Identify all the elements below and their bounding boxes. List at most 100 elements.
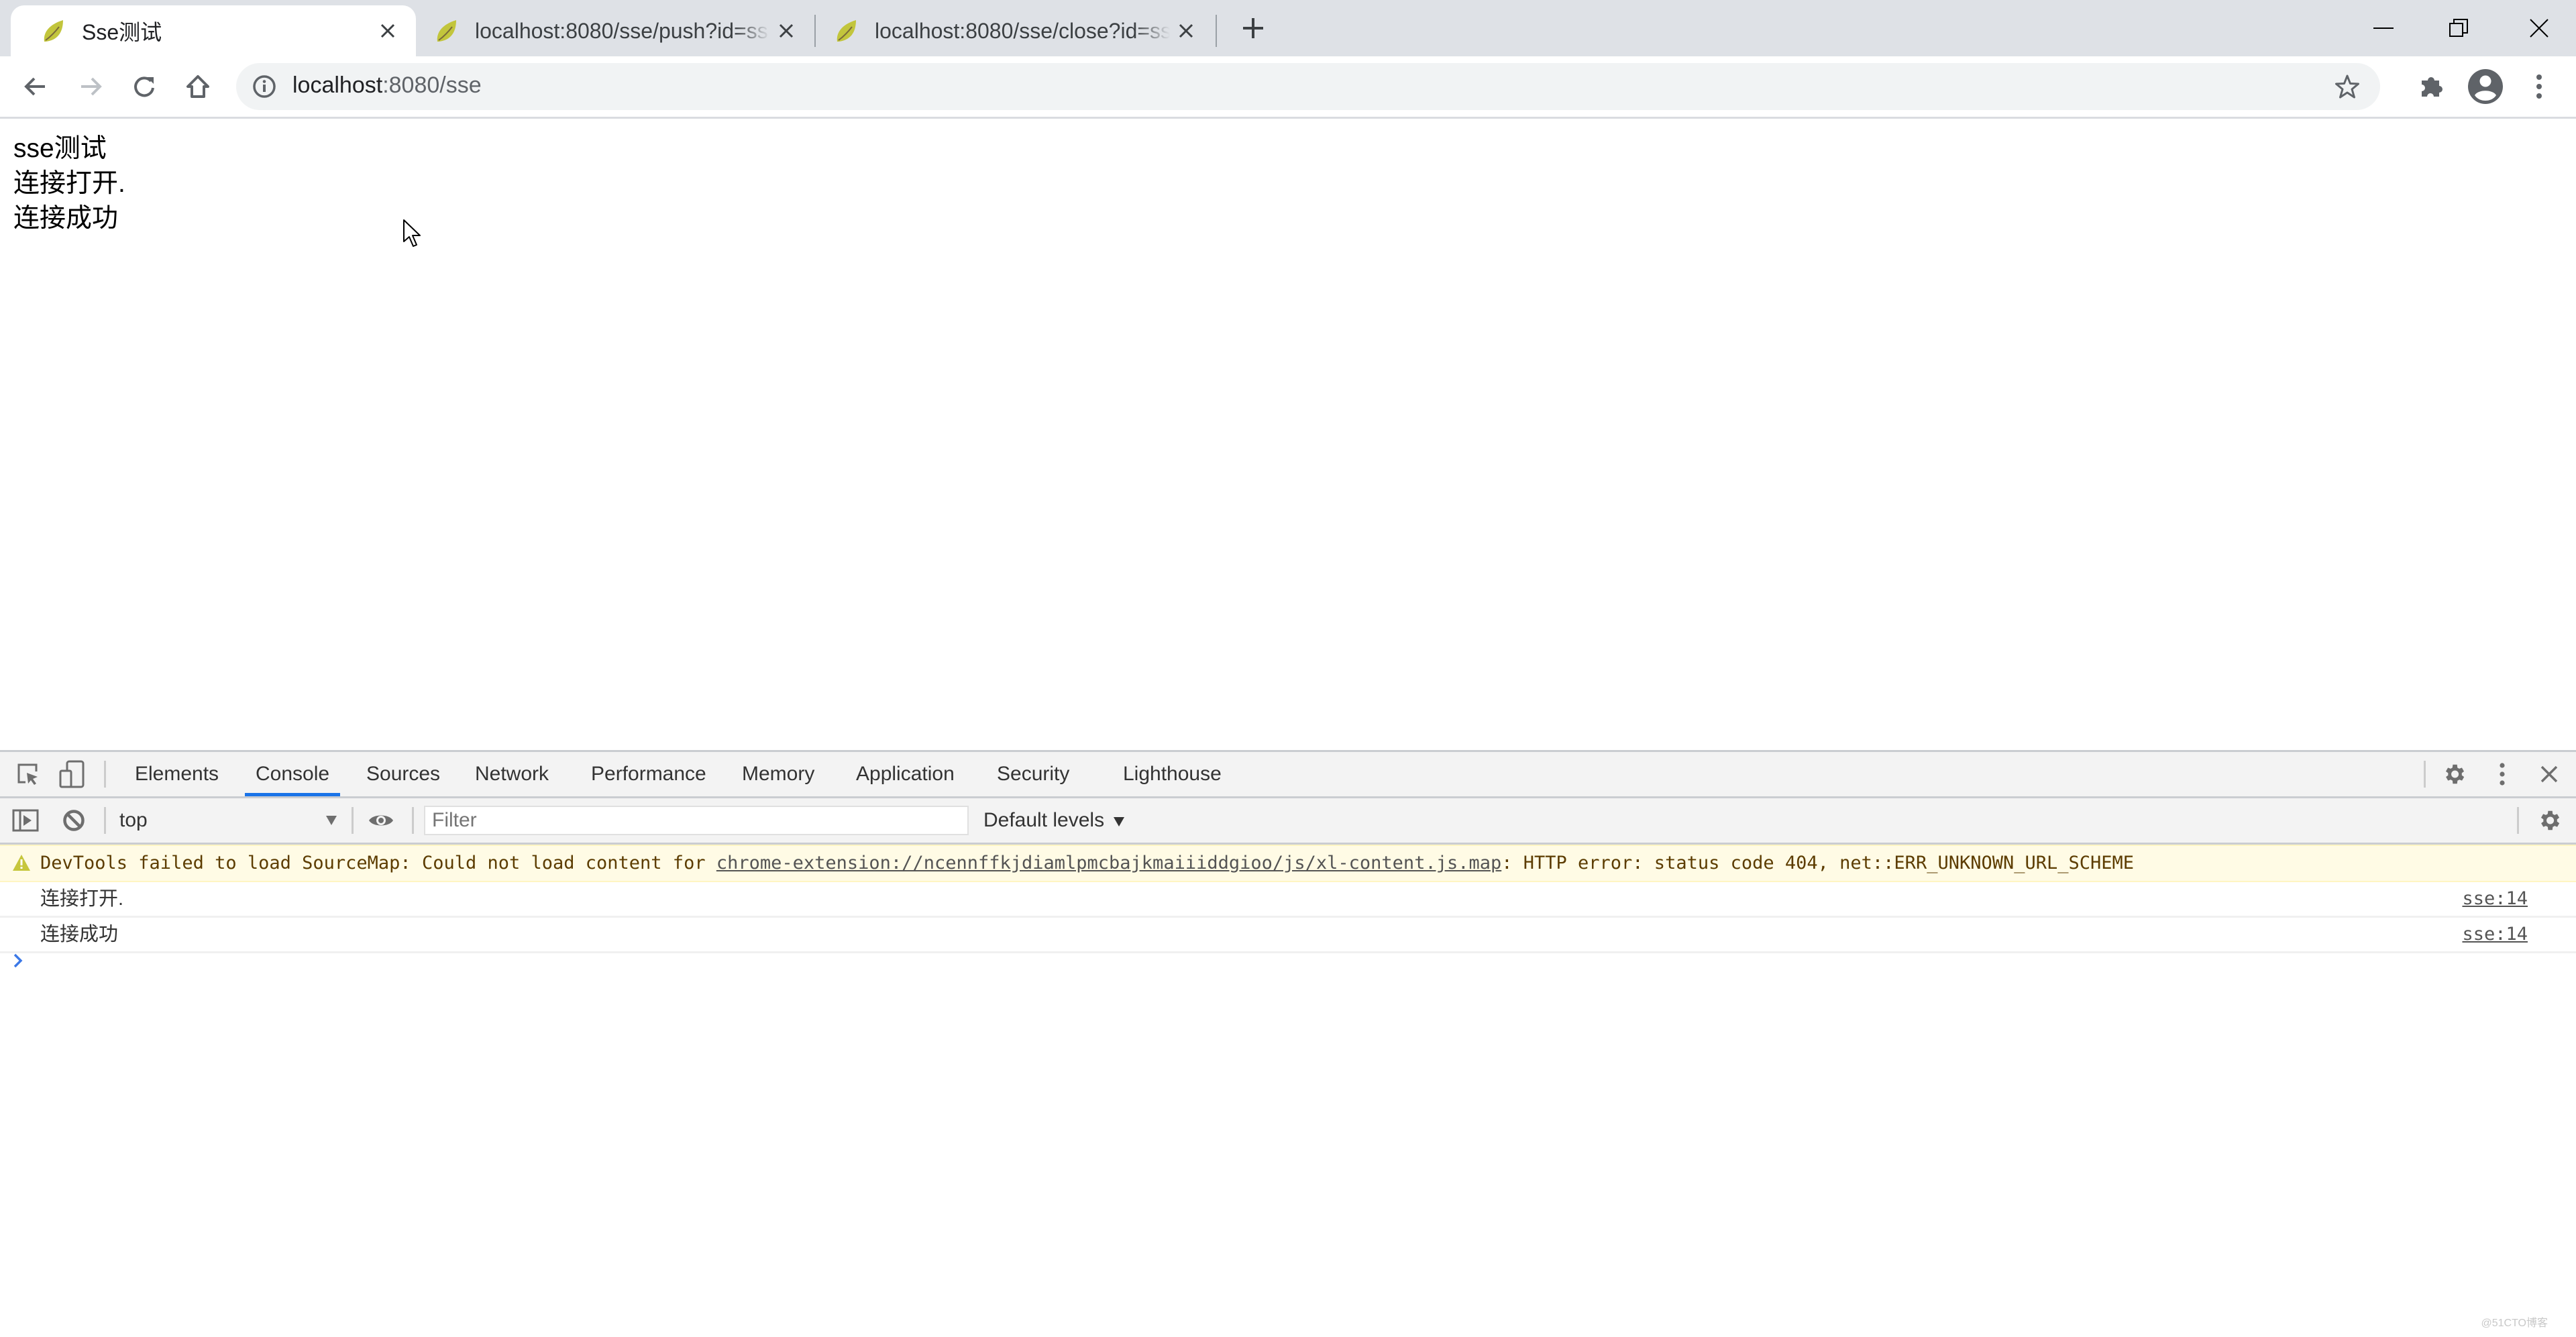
devtools-tab-bar: Elements Console Sources Network Perform… [0, 752, 2576, 798]
block-icon [63, 810, 85, 831]
toolbar-divider [412, 807, 414, 834]
page-heading: sse测试 [13, 134, 107, 163]
url-path: :8080/sse [382, 72, 482, 98]
console-log-message: 连接成功 sse:14 [0, 918, 2576, 953]
chevron-right-icon [13, 953, 23, 968]
tab-separator [1216, 15, 1217, 47]
close-icon [2540, 765, 2558, 783]
spring-leaf-icon [837, 20, 856, 42]
tab-close-icon[interactable] [773, 17, 800, 44]
device-toolbar-button[interactable] [58, 759, 87, 789]
eye-icon [369, 815, 393, 826]
tab-title: Sse测试 [82, 20, 162, 44]
gear-icon [2445, 764, 2465, 784]
log-text: 连接成功 [40, 924, 119, 945]
dropdown-arrow-icon [1114, 817, 1125, 826]
address-bar[interactable]: localhost:8080/sse [236, 63, 2380, 110]
console-filter-input[interactable]: Filter [424, 806, 969, 835]
execution-context-select[interactable]: top [119, 806, 341, 835]
console-settings-button[interactable] [2534, 806, 2564, 835]
window-close-button[interactable] [2502, 0, 2576, 56]
gear-icon [2540, 810, 2560, 831]
sourcemap-link[interactable]: chrome-extension://ncennffkjdiamlpmcbajk… [716, 853, 1501, 873]
close-icon [2530, 19, 2548, 38]
console-toolbar: top Filter Default levels [0, 798, 2576, 845]
source-link[interactable]: sse:14 [2462, 882, 2528, 916]
filter-placeholder: Filter [432, 809, 477, 831]
home-button[interactable] [177, 66, 219, 107]
devtools-tab-lighthouse[interactable]: Lighthouse [1123, 752, 1222, 796]
toolbar-divider [104, 807, 106, 834]
warning-text-suffix: : HTTP error: status code 404, net::ERR_… [1501, 853, 2135, 873]
tab-sse-test[interactable]: Sse测试 [11, 5, 416, 56]
devtools-tab-network[interactable]: Network [475, 752, 549, 796]
tab-sse-close[interactable]: localhost:8080/sse/close?id=ss [816, 5, 1214, 56]
devtools-tab-security[interactable]: Security [997, 752, 1069, 796]
devtools-tab-console[interactable]: Console [244, 752, 341, 796]
watermark: @51CTO博客 [2481, 1318, 2548, 1329]
devtools-settings-button[interactable] [2439, 759, 2469, 789]
devtools-more-button[interactable] [2487, 759, 2517, 789]
devtools-tab-sources[interactable]: Sources [366, 752, 440, 796]
devtools-tab-elements[interactable]: Elements [135, 752, 219, 796]
new-tab-button[interactable] [1220, 0, 1287, 56]
profile-icon [2468, 69, 2503, 104]
devtools-tab-performance[interactable]: Performance [591, 752, 706, 796]
console-log-message: 连接打开. sse:14 [0, 882, 2576, 918]
reload-button[interactable] [123, 66, 165, 107]
plus-icon [1243, 18, 1263, 38]
devtools-panel: Elements Console Sources Network Perform… [0, 750, 2576, 1337]
toolbar-divider [352, 807, 354, 834]
profile-button[interactable] [2465, 66, 2506, 107]
console-prompt[interactable] [13, 953, 23, 971]
tab-close-icon[interactable] [374, 17, 401, 44]
tab-sse-push[interactable]: localhost:8080/sse/push?id=ss [416, 5, 814, 56]
toolbar-divider [104, 761, 106, 788]
back-button[interactable] [15, 66, 56, 107]
dropdown-arrow-icon [326, 816, 337, 825]
device-mode-icon [59, 760, 85, 788]
page-line: 连接打开. [13, 169, 125, 198]
minimize-button[interactable] [2347, 0, 2420, 56]
tab-title: localhost:8080/sse/close?id=ss [875, 18, 1170, 43]
page-content: sse测试 连接打开. 连接成功 [13, 131, 125, 236]
log-text: 连接打开. [40, 888, 124, 910]
devtools-close-button[interactable] [2534, 759, 2564, 789]
minimize-icon [2373, 28, 2394, 29]
sidebar-toggle-icon [12, 809, 39, 832]
extensions-icon [2422, 77, 2443, 97]
live-expression-button[interactable] [366, 806, 396, 835]
extensions-button[interactable] [2411, 66, 2453, 107]
inspect-element-button[interactable] [13, 759, 43, 789]
tab-title: localhost:8080/sse/push?id=ss [475, 18, 768, 43]
toolbar-divider [2517, 807, 2519, 834]
star-icon[interactable] [2334, 74, 2360, 99]
menu-icon [2536, 74, 2542, 99]
spring-leaf-icon [437, 20, 456, 42]
devtools-tab-memory[interactable]: Memory [742, 752, 814, 796]
show-sidebar-button[interactable] [11, 806, 40, 835]
devtools-tab-application[interactable]: Application [856, 752, 955, 796]
log-levels-dropdown[interactable]: Default levels [983, 806, 1125, 835]
toolbar-divider [2424, 761, 2426, 788]
browser-toolbar: localhost:8080/sse [0, 56, 2576, 119]
source-link[interactable]: sse:14 [2462, 918, 2528, 951]
home-icon [186, 75, 209, 98]
url-host: localhost [292, 72, 383, 98]
restore-icon [2449, 19, 2468, 37]
reload-icon [134, 76, 154, 97]
mouse-cursor-icon [403, 219, 421, 247]
warning-text-prefix: DevTools failed to load SourceMap: Could… [40, 853, 716, 873]
tab-strip: Sse测试 localhost:8080/sse/push?id=ss loca… [0, 0, 2576, 56]
clear-console-button[interactable] [59, 806, 89, 835]
tab-close-icon[interactable] [1173, 17, 1199, 44]
page-line: 连接成功 [13, 204, 119, 233]
restore-button[interactable] [2422, 0, 2496, 56]
forward-icon [81, 77, 102, 96]
url-text[interactable]: localhost:8080/sse [292, 72, 482, 99]
console-warning-message: DevTools failed to load SourceMap: Could… [0, 845, 2576, 882]
inspect-icon [17, 763, 38, 785]
forward-button[interactable] [70, 66, 111, 107]
levels-label: Default levels [983, 809, 1105, 831]
browser-menu-button[interactable] [2518, 66, 2560, 107]
